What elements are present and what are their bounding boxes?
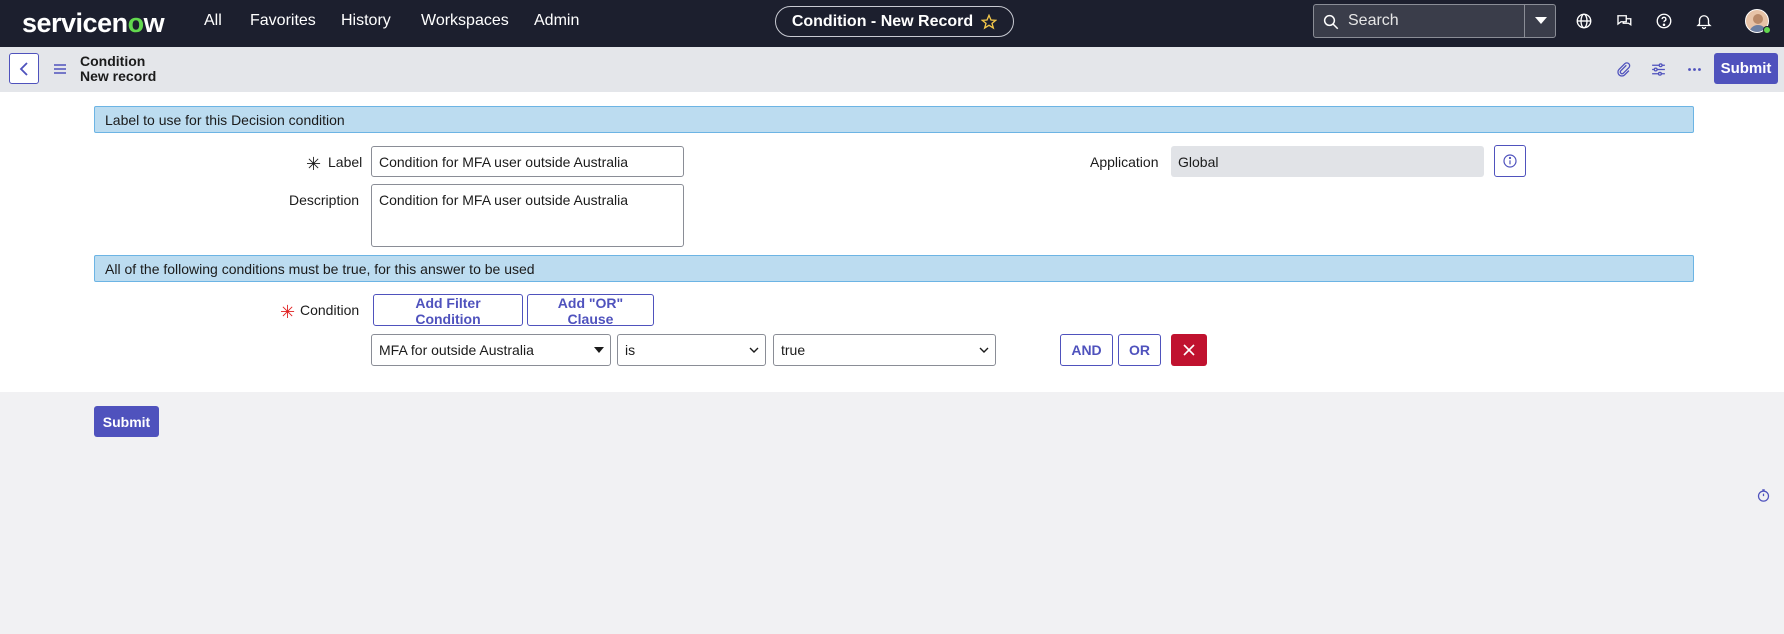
close-icon bbox=[1183, 344, 1195, 356]
add-filter-condition-button[interactable]: Add Filter Condition bbox=[373, 294, 523, 327]
section-header-label: Label to use for this Decision condition bbox=[94, 106, 1694, 133]
or-button[interactable]: OR bbox=[1118, 334, 1161, 366]
condition-value-select[interactable]: true bbox=[773, 334, 996, 366]
form-header: Condition New record Submit bbox=[0, 47, 1784, 92]
settings-sliders-icon[interactable] bbox=[1650, 61, 1667, 78]
info-icon bbox=[1503, 154, 1517, 168]
required-indicator-label: ✳ bbox=[306, 154, 322, 174]
caret-down-icon bbox=[1534, 17, 1547, 24]
submit-button-footer[interactable]: Submit bbox=[94, 406, 159, 437]
condition-operator-select[interactable]: is bbox=[617, 334, 766, 366]
record-title-pill[interactable]: Condition - New Record bbox=[775, 6, 1014, 37]
condition-field-select[interactable]: MFA for outside Australia bbox=[371, 334, 611, 366]
application-input bbox=[1171, 146, 1484, 177]
global-search[interactable] bbox=[1313, 4, 1556, 38]
chevron-left-icon bbox=[19, 61, 28, 76]
chevron-down-icon bbox=[979, 347, 989, 353]
form-title: Condition bbox=[80, 53, 146, 69]
condition-operator-value: is bbox=[625, 342, 636, 358]
presence-status-dot bbox=[1763, 26, 1771, 34]
hamburger-menu-icon[interactable] bbox=[53, 63, 67, 75]
nav-workspaces[interactable]: Workspaces bbox=[421, 12, 509, 30]
submit-button-header[interactable]: Submit bbox=[1714, 53, 1778, 84]
description-textarea[interactable]: Condition for MFA user outside Australia bbox=[371, 184, 684, 247]
chevron-down-icon bbox=[749, 347, 759, 353]
stopwatch-icon[interactable] bbox=[1756, 488, 1771, 503]
search-input[interactable] bbox=[1348, 9, 1518, 33]
delete-condition-button[interactable] bbox=[1171, 334, 1207, 366]
notification-bell-icon[interactable] bbox=[1695, 12, 1713, 30]
search-scope-dropdown[interactable] bbox=[1525, 5, 1556, 37]
condition-field-value: MFA for outside Australia bbox=[379, 342, 534, 358]
globe-icon[interactable] bbox=[1575, 12, 1593, 30]
nav-favorites[interactable]: Favorites bbox=[250, 12, 316, 30]
nav-history[interactable]: History bbox=[341, 12, 391, 30]
star-icon[interactable] bbox=[981, 13, 998, 30]
condition-field-label: Condition bbox=[300, 302, 360, 318]
label-input[interactable] bbox=[371, 146, 684, 177]
label-field-label: Label bbox=[328, 154, 363, 170]
back-button[interactable] bbox=[9, 53, 39, 84]
required-indicator-condition: ✳ bbox=[280, 302, 296, 322]
search-icon bbox=[1323, 14, 1339, 30]
application-field-label: Application bbox=[1090, 154, 1159, 170]
nav-all[interactable]: All bbox=[204, 12, 222, 30]
top-navigation-bar: servicenow All Favorites History Workspa… bbox=[0, 0, 1784, 47]
description-field-label: Description bbox=[289, 192, 360, 208]
record-title: Condition - New Record bbox=[791, 12, 974, 30]
application-info-button[interactable] bbox=[1494, 145, 1526, 177]
condition-value-text: true bbox=[781, 342, 806, 358]
form-subtitle: New record bbox=[80, 68, 157, 84]
section-header-conditions: All of the following conditions must be … bbox=[94, 255, 1694, 282]
caret-down-icon bbox=[594, 347, 604, 353]
chat-icon[interactable] bbox=[1615, 12, 1633, 30]
add-or-clause-button[interactable]: Add "OR" Clause bbox=[527, 294, 654, 327]
form-body: Label to use for this Decision condition… bbox=[0, 92, 1784, 392]
nav-admin[interactable]: Admin bbox=[534, 12, 579, 30]
help-icon[interactable] bbox=[1655, 12, 1673, 30]
more-options-icon[interactable] bbox=[1686, 61, 1703, 78]
paperclip-icon[interactable] bbox=[1615, 61, 1632, 78]
and-button[interactable]: AND bbox=[1060, 334, 1113, 366]
avatar-head bbox=[1753, 14, 1763, 24]
servicenow-logo[interactable]: servicenow bbox=[22, 8, 165, 39]
